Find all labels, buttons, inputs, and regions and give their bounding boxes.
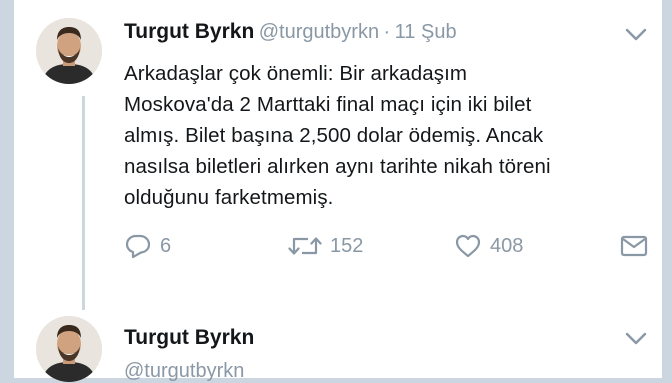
thread-connector xyxy=(82,96,85,310)
chevron-down-icon[interactable] xyxy=(625,332,647,346)
tweet-date[interactable]: 11 Şub xyxy=(395,21,457,43)
direct-message-button[interactable] xyxy=(620,226,648,266)
reply-count: 6 xyxy=(160,234,172,257)
tweet-text-line: Arkadaşlar çok önemli: Bir arkadaşım xyxy=(124,62,468,85)
tweet-text-line: nasılsa biletleri alırken aynı tarihte n… xyxy=(124,155,551,178)
tweet-text-line: Moskova'da 2 Marttaki final maçı için ik… xyxy=(124,93,532,116)
like-button[interactable]: 408 xyxy=(454,226,523,266)
like-count: 408 xyxy=(490,234,524,257)
chevron-down-icon[interactable] xyxy=(625,28,647,42)
tweet-card: Turgut Byrkn @turgutbyrkn · 11 Şub Arkad… xyxy=(14,0,662,382)
reply-button[interactable]: 6 xyxy=(124,226,171,266)
tweet-actions: 6 152 408 xyxy=(14,226,662,266)
separator: · xyxy=(383,21,391,43)
envelope-icon xyxy=(620,235,648,257)
display-name[interactable]: Turgut Byrkn xyxy=(124,20,254,43)
user-handle[interactable]: @turgutbyrkn xyxy=(259,21,379,43)
tweet-text-line: almış. Bilet başına 2,500 dolar ödemiş. … xyxy=(124,124,544,147)
display-name[interactable]: Turgut Byrkn xyxy=(124,326,254,349)
avatar[interactable] xyxy=(36,18,102,84)
tweet-text-line: olduğunu farketmemiş. xyxy=(124,186,334,209)
reply-icon xyxy=(125,234,151,259)
tweet-text: Arkadaşlar çok önemli: Bir arkadaşım Mos… xyxy=(124,58,644,213)
retweet-icon xyxy=(288,237,322,255)
heart-icon xyxy=(455,234,481,258)
retweet-count: 152 xyxy=(330,234,364,257)
avatar[interactable] xyxy=(36,316,102,382)
tweet-header: Turgut Byrkn xyxy=(124,326,254,350)
user-handle[interactable]: @turgutbyrkn xyxy=(124,360,244,383)
retweet-button[interactable]: 152 xyxy=(288,226,363,266)
tweet-header: Turgut Byrkn @turgutbyrkn · 11 Şub xyxy=(124,20,457,44)
